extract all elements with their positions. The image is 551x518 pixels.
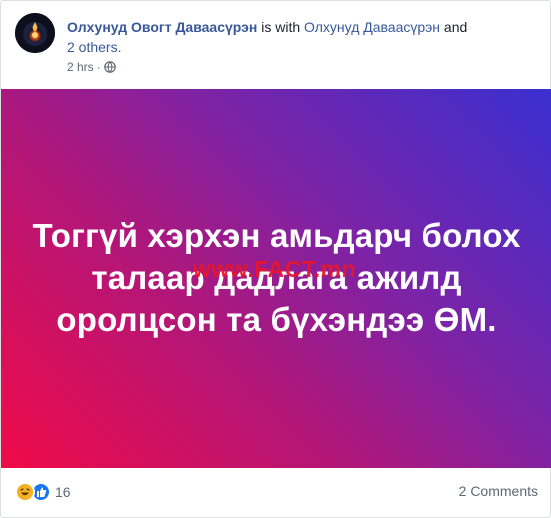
avatar-image [15, 13, 55, 53]
with-text: is with [257, 19, 305, 35]
tagged-user-link[interactable]: Олхунуд Даваасүрэн [304, 19, 440, 35]
globe-icon[interactable] [103, 61, 116, 73]
comments-count-link[interactable]: 2 Comments [459, 483, 538, 499]
post-image[interactable]: Тоггүй хэрхэн амьдарч болох талаар дадла… [1, 89, 551, 468]
watermark-text: www.FACT.mn [193, 256, 357, 282]
haha-icon [15, 482, 35, 502]
author-name-link[interactable]: Олхунуд Овогт Даваасүрэн [67, 19, 257, 35]
post-meta: Олхунуд Овогт Даваасүрэн is with Олхунуд… [67, 17, 541, 57]
post-footer: 16 2 Comments [1, 468, 551, 514]
time-separator: · [96, 60, 101, 74]
feed-post: Олхунуд Овогт Даваасүрэн is with Олхунуд… [0, 0, 551, 518]
post-time-row: 2 hrs · [67, 60, 116, 74]
post-header: Олхунуд Овогт Даваасүрэн is with Олхунуд… [15, 13, 545, 77]
and-text: and [440, 19, 468, 35]
author-avatar[interactable] [15, 13, 55, 53]
post-timestamp[interactable]: 2 hrs [67, 60, 94, 74]
caption-line: Тоггүй хэрхэн амьдарч болох [32, 217, 521, 254]
reactions-summary[interactable]: 16 [15, 482, 71, 502]
others-link[interactable]: 2 others. [67, 39, 121, 55]
caption-line: оролцсон та бүхэндээ ӨМ. [56, 301, 497, 338]
reaction-count: 16 [55, 484, 71, 500]
